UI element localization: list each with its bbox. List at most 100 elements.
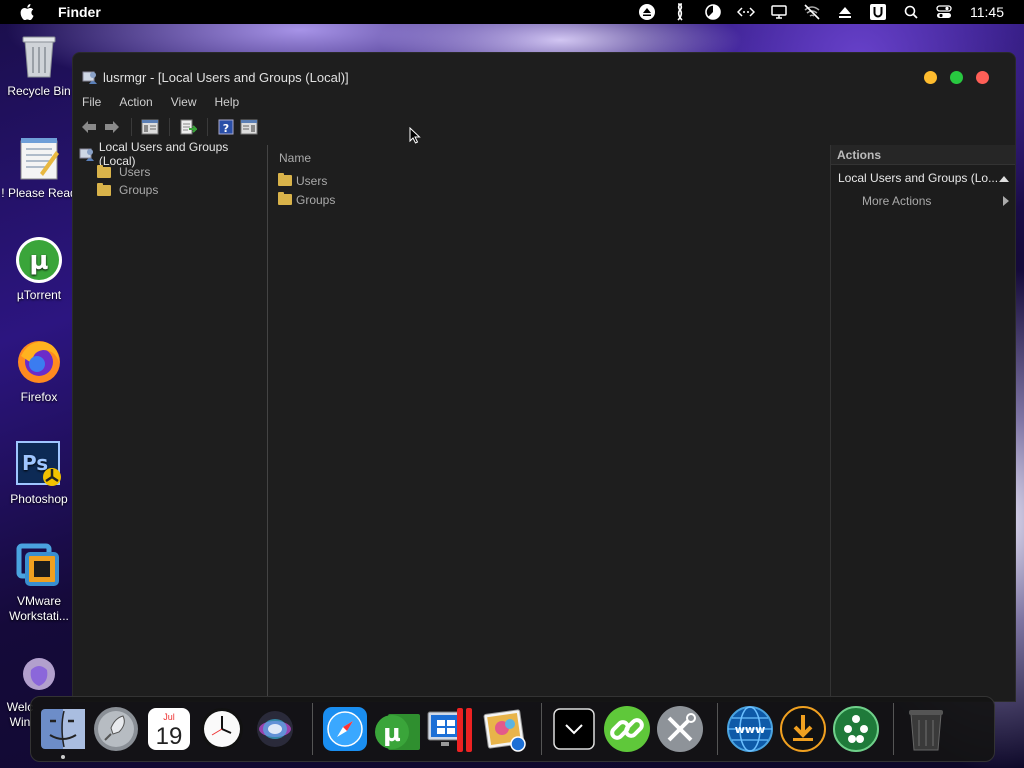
desktop-icon-label: ! Please Read [1, 186, 77, 200]
photos-icon[interactable] [480, 705, 528, 753]
desktop-icon-label: Recycle Bin [7, 84, 71, 98]
folder-icon [278, 173, 292, 186]
tree-item-groups[interactable]: Groups [73, 181, 267, 199]
finder-icon[interactable] [39, 705, 87, 759]
eject-icon[interactable] [638, 4, 656, 20]
tree-item-label: Local Users and Groups (Local) [98, 140, 229, 168]
console-tree-pane: Local Users and Groups (Local) Users Gro… [73, 140, 268, 701]
welcome-icon [15, 648, 63, 696]
mouse-cursor-icon [409, 127, 421, 144]
display-icon[interactable] [770, 4, 788, 20]
utorrent-dock-icon[interactable]: µ [374, 705, 422, 753]
list-item[interactable]: Users [269, 171, 829, 190]
column-header-name[interactable]: Name [269, 147, 829, 169]
console-tree-icon [141, 119, 159, 135]
help-button[interactable]: ? [215, 117, 237, 137]
search-icon[interactable] [902, 4, 920, 20]
show-hide-console-tree-button[interactable] [139, 117, 161, 137]
recycle-bin-icon [15, 32, 63, 80]
folder-icon [278, 192, 292, 205]
back-button[interactable] [78, 117, 100, 137]
vmware-icon [15, 542, 63, 590]
siri-icon[interactable] [251, 705, 299, 753]
desktop-icon-label: Photoshop [10, 492, 68, 506]
forward-button[interactable] [101, 117, 123, 137]
desktop-icon-please-read[interactable]: ! Please Read [0, 134, 78, 201]
computer-users-icon [79, 148, 94, 161]
calendar-day: 19 [156, 723, 183, 750]
actions-section-header[interactable]: Local Users and Groups (Lo... [831, 167, 1015, 189]
trash-icon[interactable] [902, 705, 950, 753]
desktop-icon-utorrent[interactable]: µ µTorrent [0, 236, 78, 303]
tree-item-label: Users [119, 165, 151, 179]
desktop-icon-label: µTorrent [16, 288, 62, 302]
tools-icon[interactable] [656, 705, 704, 753]
window-controls [924, 71, 989, 84]
svg-text:µ: µ [383, 719, 401, 747]
calendar-icon[interactable]: Jul 19 [145, 705, 193, 753]
download-icon[interactable] [779, 705, 827, 753]
control-center-icon[interactable] [935, 4, 953, 20]
show-hide-action-pane-button[interactable] [238, 117, 260, 137]
desktop-icon-firefox[interactable]: Firefox [0, 338, 78, 405]
firefox-icon [15, 338, 63, 386]
downloads-stack-icon[interactable] [550, 705, 598, 753]
code-icon[interactable] [737, 4, 755, 20]
export-list-button[interactable] [177, 117, 199, 137]
zoom-button[interactable] [950, 71, 963, 84]
dock-separator [312, 703, 313, 755]
desktop-icon-photoshop[interactable]: Ps Photoshop [0, 440, 78, 507]
tree-item-root[interactable]: Local Users and Groups (Local) [73, 140, 267, 168]
utorrent-icon: µ [15, 236, 63, 284]
toolbar-separator [131, 118, 132, 136]
svg-text:www: www [735, 723, 766, 736]
desktop-icon-vmware[interactable]: VMware Workstati... [0, 542, 78, 624]
notepad-icon [15, 134, 63, 182]
apple-icon[interactable] [20, 4, 40, 20]
lusrmgr-icon [82, 71, 97, 84]
desktop-icon-recycle-bin[interactable]: Recycle Bin [0, 32, 78, 99]
arrow-left-icon [82, 121, 96, 133]
active-app-name[interactable]: Finder [58, 4, 101, 20]
svg-text:µ: µ [29, 246, 48, 276]
window-titlebar[interactable]: lusrmgr - [Local Users and Groups (Local… [73, 53, 1015, 101]
menu-file[interactable]: File [82, 95, 101, 113]
folder-icon [97, 182, 111, 196]
window-title: lusrmgr - [Local Users and Groups (Local… [103, 69, 349, 85]
photoshop-icon: Ps [15, 440, 63, 488]
help-icon: ? [218, 119, 234, 135]
actions-pane: Actions Local Users and Groups (Lo... Mo… [830, 145, 1015, 701]
dock-separator [717, 703, 718, 755]
dock-separator [541, 703, 542, 755]
status-area: 11:45 [638, 0, 1024, 24]
toolbar-separator [169, 118, 170, 136]
u-icon[interactable] [869, 4, 887, 20]
menu-help[interactable]: Help [215, 95, 240, 113]
export-list-icon [180, 119, 197, 135]
pie-icon[interactable] [704, 4, 722, 20]
upload-icon[interactable] [836, 4, 854, 20]
dock: Jul 19 µ www [30, 696, 995, 762]
menu-clock[interactable]: 11:45 [970, 4, 1004, 20]
menu-view[interactable]: View [171, 95, 197, 113]
minimize-button[interactable] [924, 71, 937, 84]
launchpad-icon[interactable] [92, 705, 140, 753]
svg-text:Ps: Ps [22, 451, 48, 475]
tree-item-label: Groups [119, 183, 159, 197]
toolbar: ? [73, 115, 261, 139]
menu-action[interactable]: Action [119, 95, 152, 113]
more-actions-item[interactable]: More Actions [831, 189, 1015, 213]
clock-icon[interactable] [198, 705, 246, 753]
www-icon[interactable]: www [726, 705, 774, 753]
parallels-icon[interactable] [427, 705, 475, 753]
collapse-up-icon[interactable] [999, 175, 1009, 183]
list-item[interactable]: Groups [269, 190, 829, 209]
safari-icon[interactable] [321, 705, 369, 753]
toolbar-separator [207, 118, 208, 136]
wifi-off-icon[interactable] [803, 4, 821, 20]
link-icon[interactable] [603, 705, 651, 753]
network-icon[interactable] [832, 705, 880, 753]
script-icon[interactable] [671, 3, 689, 21]
calendar-month: Jul [163, 712, 175, 722]
close-button[interactable] [976, 71, 989, 84]
